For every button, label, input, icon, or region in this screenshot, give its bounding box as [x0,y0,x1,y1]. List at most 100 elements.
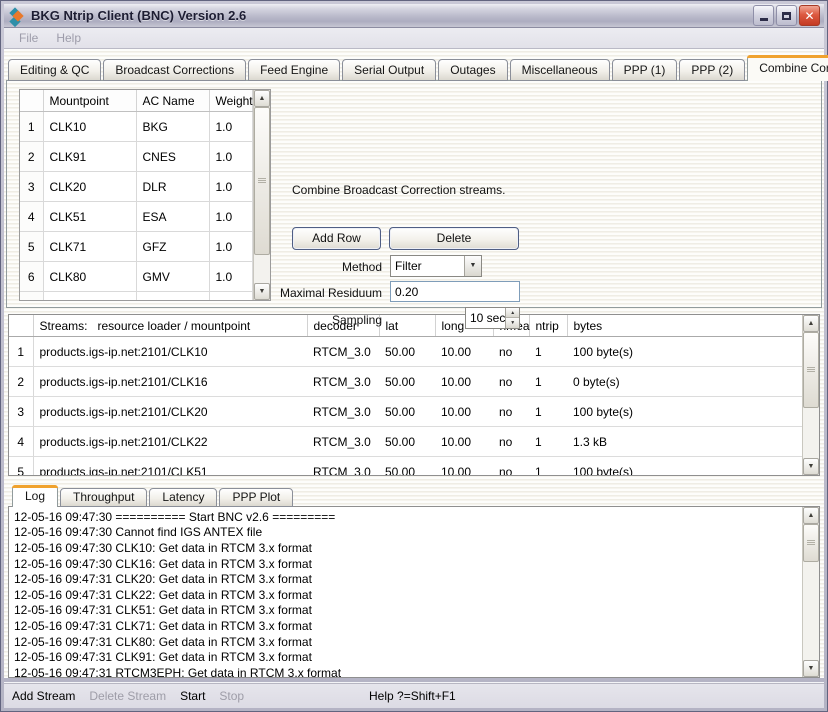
close-button[interactable]: ✕ [799,5,820,26]
cell[interactable]: 100 byte(s) [567,457,802,475]
cell[interactable]: CLK80 [43,262,136,292]
cell[interactable]: CLK71 [43,232,136,262]
cell[interactable]: 50.00 [379,457,435,475]
cell[interactable]: no [493,337,529,367]
spin-up-button[interactable]: ▲ [506,308,519,319]
tab-ppp-1[interactable]: PPP (1) [612,59,678,81]
cell[interactable]: 1 [529,457,567,475]
tab-broadcast-corrections[interactable]: Broadcast Corrections [103,59,246,81]
cell[interactable]: 1 [529,367,567,397]
cell[interactable]: products.igs-ip.net:2101/CLK20 [33,397,307,427]
cell[interactable]: 50.00 [379,367,435,397]
method-dropdown[interactable]: Filter ▼ [390,255,482,277]
column-header[interactable]: AC Name [136,90,209,112]
cell[interactable]: 1.3 kB [567,427,802,457]
cell[interactable]: 1 [529,397,567,427]
cell[interactable]: RTCM_3.0 [307,337,379,367]
scrollbar-thumb[interactable] [254,107,270,255]
column-header[interactable]: lat [379,315,435,337]
cell[interactable]: products.igs-ip.net:2101/CLK22 [33,427,307,457]
menu-item-help[interactable]: Help [47,29,90,47]
cell[interactable]: CLK10 [43,112,136,142]
cell[interactable]: RTCM_3.0 [307,427,379,457]
status-action-add-stream[interactable]: Add Stream [12,689,75,703]
cell[interactable]: ESA [136,202,209,232]
table-row[interactable]: 4CLK51ESA1.0 [20,202,253,232]
stream-row[interactable]: 2products.igs-ip.net:2101/CLK16RTCM_3.05… [9,367,802,397]
table-row[interactable]: 5CLK71GFZ1.0 [20,232,253,262]
tab-ppp-2[interactable]: PPP (2) [679,59,745,81]
tab-throughput[interactable]: Throughput [60,488,147,507]
column-header[interactable]: Mountpoint [43,90,136,112]
row-number[interactable]: 3 [20,172,43,202]
tab-feed-engine[interactable]: Feed Engine [248,59,340,81]
cell[interactable]: 1.0 [209,262,253,292]
stream-row[interactable]: 4products.igs-ip.net:2101/CLK22RTCM_3.05… [9,427,802,457]
stream-row[interactable]: 3products.igs-ip.net:2101/CLK20RTCM_3.05… [9,397,802,427]
table-row[interactable]: 2CLK91CNES1.0 [20,142,253,172]
column-header[interactable]: bytes [567,315,802,337]
table-row[interactable]: 6CLK80GMV1.0 [20,262,253,292]
cell[interactable]: products.igs-ip.net:2101/CLK16 [33,367,307,397]
cell[interactable]: 1.0 [209,142,253,172]
column-header[interactable] [9,315,33,337]
cell[interactable]: RTCM_3.0 [307,457,379,475]
tab-miscellaneous[interactable]: Miscellaneous [510,59,610,81]
table-row[interactable]: 1CLK10BKG1.0 [20,112,253,142]
table-row[interactable]: 3CLK20DLR1.0 [20,172,253,202]
add-row-button[interactable]: Add Row [292,227,381,250]
column-header[interactable]: ntrip [529,315,567,337]
cell[interactable]: 10.00 [435,457,493,475]
tab-log[interactable]: Log [12,485,58,507]
cell[interactable]: no [493,457,529,475]
cell[interactable]: 50.00 [379,337,435,367]
maximal-residuum-field[interactable] [390,281,520,302]
cell[interactable]: 50.00 [379,397,435,427]
status-action-start[interactable]: Start [180,689,205,703]
maximize-button[interactable] [776,5,797,26]
cell[interactable]: CLK20 [43,172,136,202]
cell[interactable]: 10.00 [435,337,493,367]
scroll-down-button[interactable]: ▼ [803,660,819,677]
row-number[interactable]: 4 [20,202,43,232]
cell[interactable]: GMV [136,262,209,292]
cell[interactable]: 10.00 [435,427,493,457]
row-number[interactable]: 2 [20,142,43,172]
delete-button[interactable]: Delete [389,227,519,250]
stream-row[interactable]: 1products.igs-ip.net:2101/CLK10RTCM_3.05… [9,337,802,367]
cell[interactable]: RTCM_3.0 [307,367,379,397]
scroll-up-button[interactable]: ▲ [803,315,819,332]
scroll-down-button[interactable]: ▼ [803,458,819,475]
scrollbar-thumb[interactable] [803,332,819,408]
row-number[interactable]: 5 [9,457,33,475]
cell[interactable]: no [493,367,529,397]
tab-serial-output[interactable]: Serial Output [342,59,436,81]
cell[interactable]: 1 [529,337,567,367]
log-text[interactable]: 12-05-16 09:47:30 ========== Start BNC v… [9,507,802,677]
cell[interactable]: 1.0 [209,112,253,142]
dropdown-button[interactable]: ▼ [464,256,481,276]
cell[interactable]: 1.0 [209,202,253,232]
streams-table-scrollbar[interactable]: ▲ ▼ [802,315,819,475]
row-number[interactable]: 4 [9,427,33,457]
sampling-stepper[interactable]: 10 sec ▲ ▼ [465,307,520,329]
cell[interactable]: no [493,427,529,457]
tab-combine-corrections[interactable]: Combine Corrections [747,55,828,81]
cell[interactable]: GFZ [136,232,209,262]
minimize-button[interactable] [753,5,774,26]
log-scrollbar[interactable]: ▲ ▼ [802,507,819,677]
column-header[interactable]: Weight [209,90,253,112]
cell[interactable]: 1.0 [209,172,253,202]
stream-row[interactable]: 5products.igs-ip.net:2101/CLK51RTCM_3.05… [9,457,802,475]
cell[interactable]: 10.00 [435,367,493,397]
cell[interactable]: 1 [529,427,567,457]
scroll-up-button[interactable]: ▲ [803,507,819,524]
cell[interactable]: 50.00 [379,427,435,457]
row-number[interactable]: 5 [20,232,43,262]
row-number[interactable]: 1 [9,337,33,367]
cell[interactable]: BKG [136,112,209,142]
row-number[interactable]: 6 [20,262,43,292]
tab-latency[interactable]: Latency [149,488,217,507]
tab-editing-qc[interactable]: Editing & QC [8,59,101,81]
row-number[interactable]: 3 [9,397,33,427]
